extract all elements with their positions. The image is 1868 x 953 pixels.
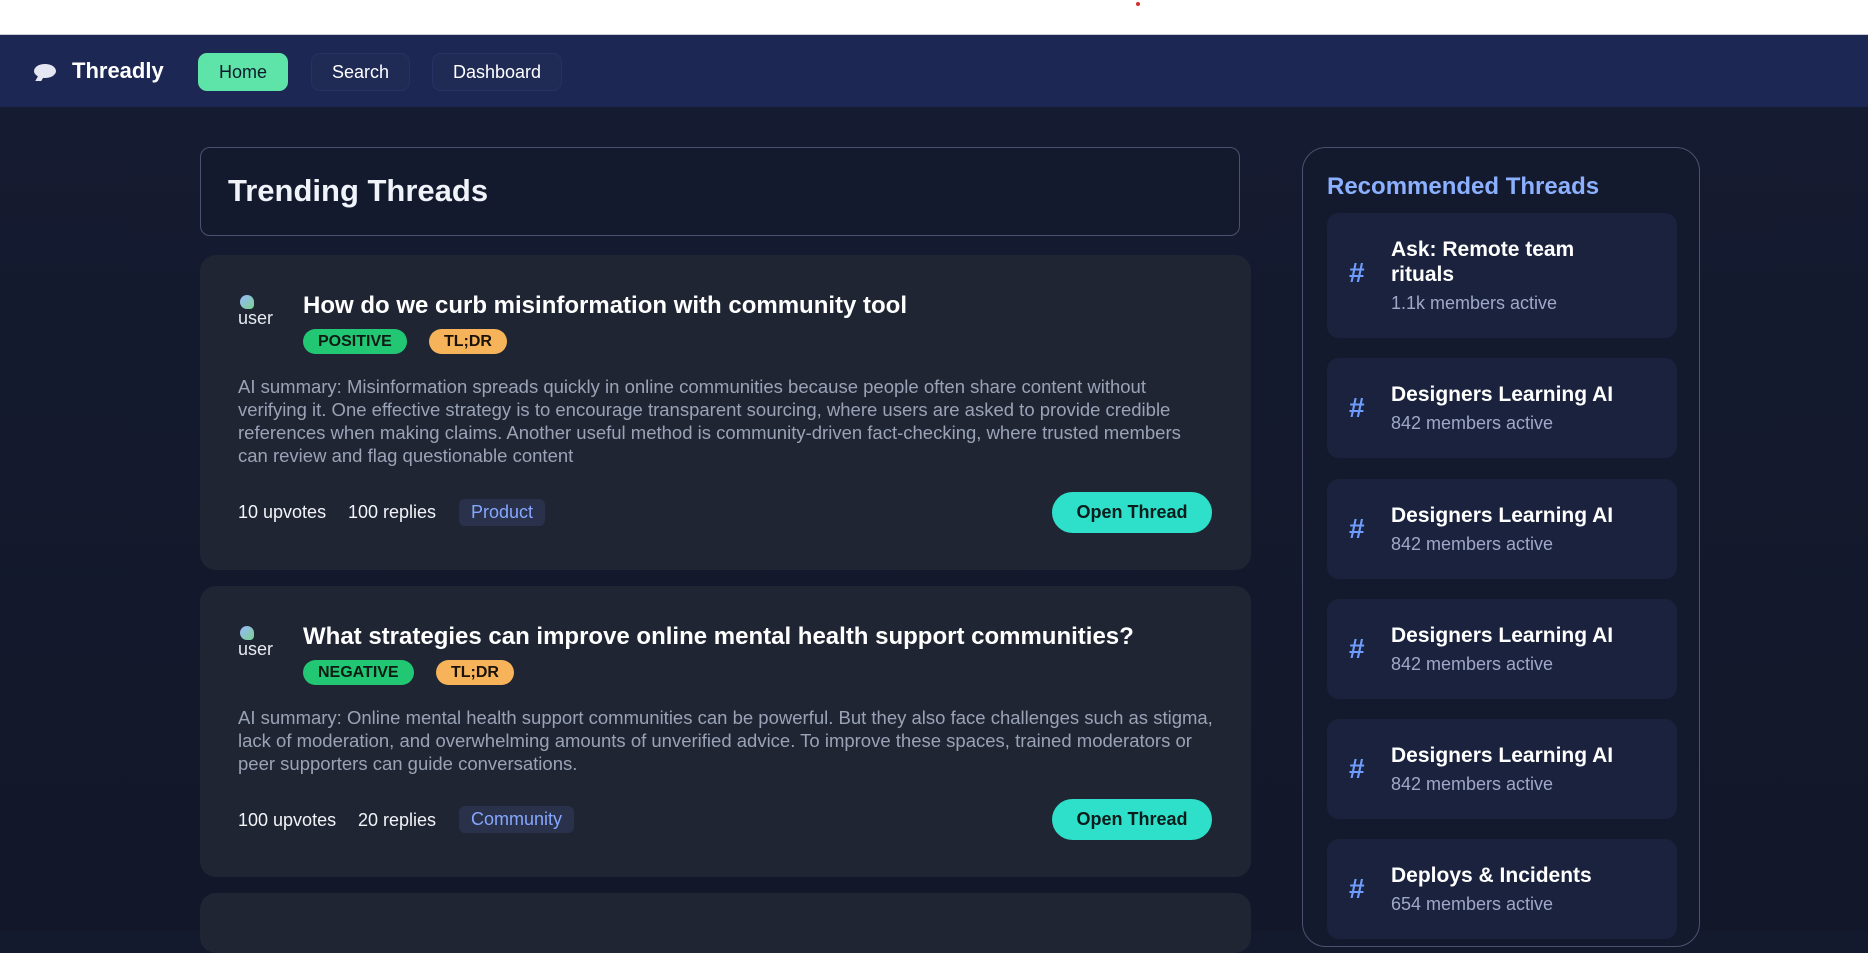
nav-search-button[interactable]: Search (311, 53, 411, 91)
thread-card: user How do we curb misinformation with … (200, 255, 1251, 570)
hash-icon: # (1349, 633, 1365, 664)
recommended-thread-title: Designers Learning AI (1391, 744, 1614, 767)
recommended-thread-item[interactable]: # Designers Learning AI 842 members acti… (1327, 479, 1677, 579)
reply-count: 100 replies (348, 502, 437, 522)
recommended-thread-title: Designers Learning AI (1391, 383, 1614, 406)
recommended-thread-item[interactable]: # Ask: Remote team rituals 1.1k members … (1327, 213, 1677, 338)
recommended-thread-title: Deploys & Incidents (1391, 864, 1592, 887)
upvote-count: 10 upvotes (238, 502, 327, 522)
avatar-alt-text: user (238, 639, 274, 659)
members-active: 654 members active (1391, 894, 1554, 914)
recommended-thread-item[interactable]: # Designers Learning AI 842 members acti… (1327, 719, 1677, 819)
broken-image-icon (240, 626, 254, 640)
hash-icon: # (1349, 873, 1365, 904)
sentiment-badge: POSITIVE (303, 329, 407, 354)
recommended-thread-item[interactable]: # Designers Learning AI 842 members acti… (1327, 358, 1677, 458)
sentiment-badge: NEGATIVE (303, 660, 414, 685)
upvote-count: 100 upvotes (238, 810, 337, 830)
hash-icon: # (1349, 753, 1365, 784)
thread-title[interactable]: How do we curb misinformation with commu… (303, 292, 907, 320)
top-navbar: Threadly Home Search Dashboard (0, 35, 1868, 107)
recommended-thread-title: Ask: Remote team rituals (1391, 238, 1575, 286)
page-title: Trending Threads (228, 173, 489, 208)
nav-dashboard-button[interactable]: Dashboard (432, 53, 563, 91)
members-active: 842 members active (1391, 413, 1554, 433)
trending-header: Trending Threads (200, 147, 1240, 236)
open-thread-button[interactable]: Open Thread (1052, 492, 1212, 533)
nav-home-button[interactable]: Home (198, 53, 289, 91)
members-active: 842 members active (1391, 654, 1554, 674)
reply-count: 20 replies (358, 810, 437, 830)
thread-summary: AI summary: Online mental health support… (238, 707, 1213, 774)
hash-icon: # (1349, 392, 1365, 423)
thread-card: user What strategies can improve online … (200, 586, 1251, 877)
recommended-thread-title: Designers Learning AI (1391, 624, 1614, 647)
category-tag[interactable]: Community (459, 806, 575, 833)
members-active: 1.1k members active (1391, 293, 1558, 313)
hash-icon: # (1349, 257, 1365, 288)
thread-summary: AI summary: Misinformation spreads quick… (238, 376, 1181, 466)
recommended-sidebar: Recommended Threads # Ask: Remote team r… (1302, 147, 1700, 947)
brand-name: Threadly (72, 58, 164, 83)
broken-image-icon (240, 295, 254, 309)
members-active: 842 members active (1391, 534, 1554, 554)
user-avatar: user (238, 626, 280, 666)
open-thread-button[interactable]: Open Thread (1052, 799, 1212, 840)
recommended-thread-item[interactable]: # Designers Learning AI 842 members acti… (1327, 599, 1677, 699)
tldr-badge[interactable]: TL;DR (436, 660, 514, 685)
members-active: 842 members active (1391, 774, 1554, 794)
recommended-thread-item[interactable]: # Deploys & Incidents 654 members active (1327, 839, 1677, 939)
thread-title[interactable]: What strategies can improve online menta… (303, 623, 1134, 651)
tldr-badge[interactable]: TL;DR (429, 329, 507, 354)
indicator-dot (1136, 2, 1140, 6)
sidebar-title: Recommended Threads (1327, 173, 1600, 200)
avatar-alt-text: user (238, 308, 274, 328)
speech-bubble-icon (32, 62, 58, 80)
recommended-thread-title: Designers Learning AI (1391, 504, 1614, 527)
hash-icon: # (1349, 513, 1365, 544)
browser-top-strip (0, 0, 1868, 35)
thread-card (200, 893, 1251, 953)
brand[interactable]: Threadly (32, 57, 164, 85)
category-tag[interactable]: Product (459, 499, 546, 526)
user-avatar: user (238, 295, 280, 335)
